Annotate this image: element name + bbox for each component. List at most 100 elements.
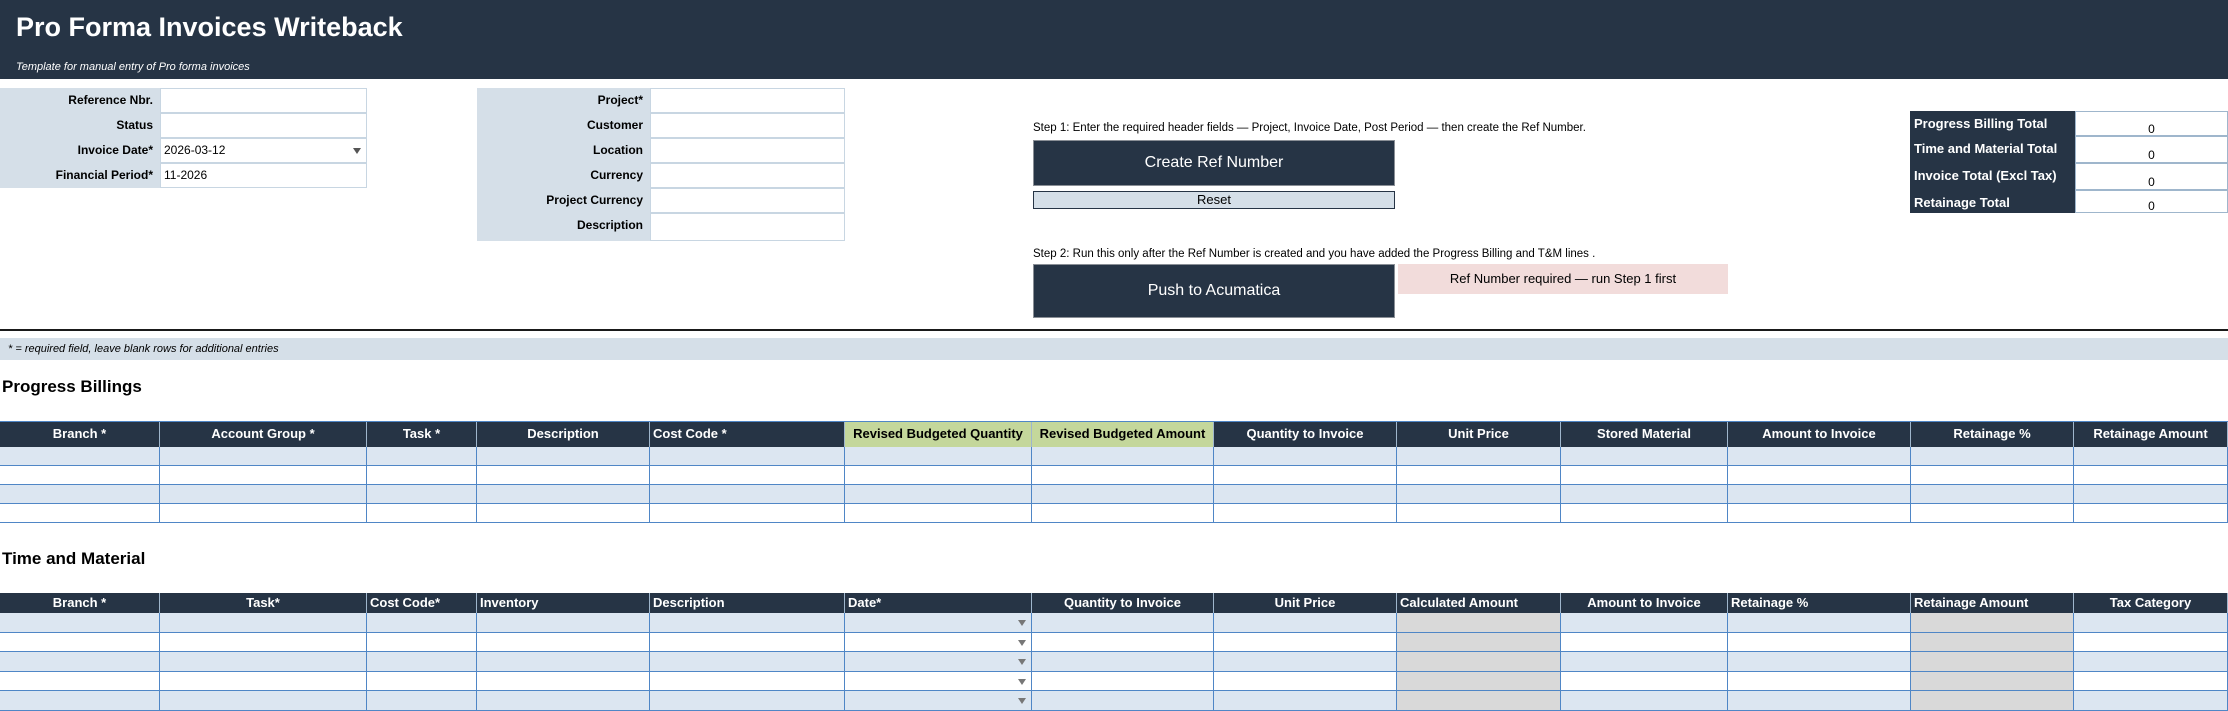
table-cell[interactable]	[2074, 504, 2228, 523]
table-cell[interactable]	[1214, 485, 1397, 504]
create-ref-number-button[interactable]: Create Ref Number	[1033, 140, 1395, 186]
table-cell[interactable]	[1032, 632, 1214, 652]
push-to-acumatica-button[interactable]: Push to Acumatica	[1033, 264, 1395, 318]
chevron-down-icon[interactable]	[1018, 639, 1026, 646]
table-cell[interactable]	[650, 652, 845, 672]
table-cell[interactable]	[0, 504, 160, 523]
table-cell[interactable]	[1397, 466, 1561, 485]
customer-field[interactable]	[650, 113, 845, 138]
table-cell[interactable]	[2074, 632, 2228, 652]
table-cell[interactable]	[1728, 671, 1911, 691]
table-cell[interactable]	[650, 613, 845, 633]
table-cell[interactable]	[650, 447, 845, 466]
table-cell[interactable]	[477, 504, 650, 523]
table-cell[interactable]	[1911, 485, 2074, 504]
table-cell[interactable]	[367, 632, 477, 652]
table-cell[interactable]	[650, 485, 845, 504]
table-cell[interactable]	[477, 466, 650, 485]
table-cell[interactable]	[2074, 652, 2228, 672]
table-cell[interactable]	[1397, 485, 1561, 504]
location-field[interactable]	[650, 138, 845, 163]
table-cell[interactable]	[1728, 504, 1911, 523]
table-cell[interactable]	[1032, 613, 1214, 633]
table-cell[interactable]	[1561, 447, 1728, 466]
project-field[interactable]	[650, 88, 845, 113]
table-cell[interactable]	[367, 652, 477, 672]
table-cell[interactable]	[1214, 504, 1397, 523]
table-cell[interactable]	[1561, 652, 1728, 672]
table-cell[interactable]	[845, 632, 1032, 652]
table-cell[interactable]	[1397, 447, 1561, 466]
table-cell[interactable]	[477, 447, 650, 466]
table-cell[interactable]	[845, 691, 1032, 711]
table-cell[interactable]	[1397, 504, 1561, 523]
table-cell[interactable]	[477, 485, 650, 504]
table-cell[interactable]	[2074, 691, 2228, 711]
table-cell[interactable]	[160, 613, 367, 633]
table-cell[interactable]	[1911, 466, 2074, 485]
table-cell[interactable]	[0, 466, 160, 485]
table-cell[interactable]	[477, 691, 650, 711]
table-cell[interactable]	[477, 671, 650, 691]
table-cell[interactable]	[1561, 613, 1728, 633]
financial-period-field[interactable]: 11-2026	[160, 163, 367, 188]
table-cell[interactable]	[160, 691, 367, 711]
table-cell[interactable]	[1214, 671, 1397, 691]
table-cell[interactable]	[367, 504, 477, 523]
table-cell[interactable]	[477, 652, 650, 672]
invoice-date-field[interactable]: 2026-03-12	[160, 138, 367, 163]
table-cell[interactable]	[367, 613, 477, 633]
chevron-down-icon[interactable]	[353, 148, 361, 154]
table-cell[interactable]	[0, 447, 160, 466]
table-cell[interactable]	[367, 466, 477, 485]
table-cell[interactable]	[1728, 613, 1911, 633]
reference-nbr-field[interactable]	[160, 88, 367, 113]
table-cell[interactable]	[367, 485, 477, 504]
table-cell[interactable]	[1032, 652, 1214, 672]
table-cell[interactable]	[650, 691, 845, 711]
table-cell[interactable]	[1728, 485, 1911, 504]
table-cell[interactable]	[367, 691, 477, 711]
table-cell[interactable]	[1561, 671, 1728, 691]
status-field[interactable]	[160, 113, 367, 138]
table-cell[interactable]	[1032, 466, 1214, 485]
chevron-down-icon[interactable]	[1018, 678, 1026, 685]
table-cell[interactable]	[1214, 632, 1397, 652]
table-cell[interactable]	[1561, 691, 1728, 711]
project-currency-field[interactable]	[650, 188, 845, 213]
table-cell[interactable]	[1032, 485, 1214, 504]
table-cell[interactable]	[845, 613, 1032, 633]
table-cell[interactable]	[160, 504, 367, 523]
table-cell[interactable]	[1728, 447, 1911, 466]
table-cell[interactable]	[650, 504, 845, 523]
table-cell[interactable]	[845, 652, 1032, 672]
table-cell[interactable]	[1728, 632, 1911, 652]
table-cell[interactable]	[1911, 447, 2074, 466]
table-cell[interactable]	[0, 691, 160, 711]
table-cell[interactable]	[0, 652, 160, 672]
table-cell[interactable]	[0, 485, 160, 504]
table-cell[interactable]	[477, 613, 650, 633]
description-field[interactable]	[650, 213, 845, 241]
table-cell[interactable]	[367, 447, 477, 466]
table-cell[interactable]	[1032, 671, 1214, 691]
reset-button[interactable]: Reset	[1033, 191, 1395, 209]
table-cell[interactable]	[0, 632, 160, 652]
table-cell[interactable]	[160, 671, 367, 691]
table-cell[interactable]	[1032, 691, 1214, 711]
chevron-down-icon[interactable]	[1018, 620, 1026, 626]
table-cell[interactable]	[477, 632, 650, 652]
table-cell[interactable]	[845, 447, 1032, 466]
table-cell[interactable]	[650, 632, 845, 652]
table-cell[interactable]	[650, 671, 845, 691]
table-cell[interactable]	[2074, 485, 2228, 504]
table-cell[interactable]	[160, 485, 367, 504]
table-cell[interactable]	[2074, 447, 2228, 466]
table-cell[interactable]	[1032, 504, 1214, 523]
table-cell[interactable]	[1561, 485, 1728, 504]
table-cell[interactable]	[160, 466, 367, 485]
chevron-down-icon[interactable]	[1018, 698, 1026, 704]
table-cell[interactable]	[845, 485, 1032, 504]
table-cell[interactable]	[1214, 691, 1397, 711]
table-cell[interactable]	[845, 466, 1032, 485]
